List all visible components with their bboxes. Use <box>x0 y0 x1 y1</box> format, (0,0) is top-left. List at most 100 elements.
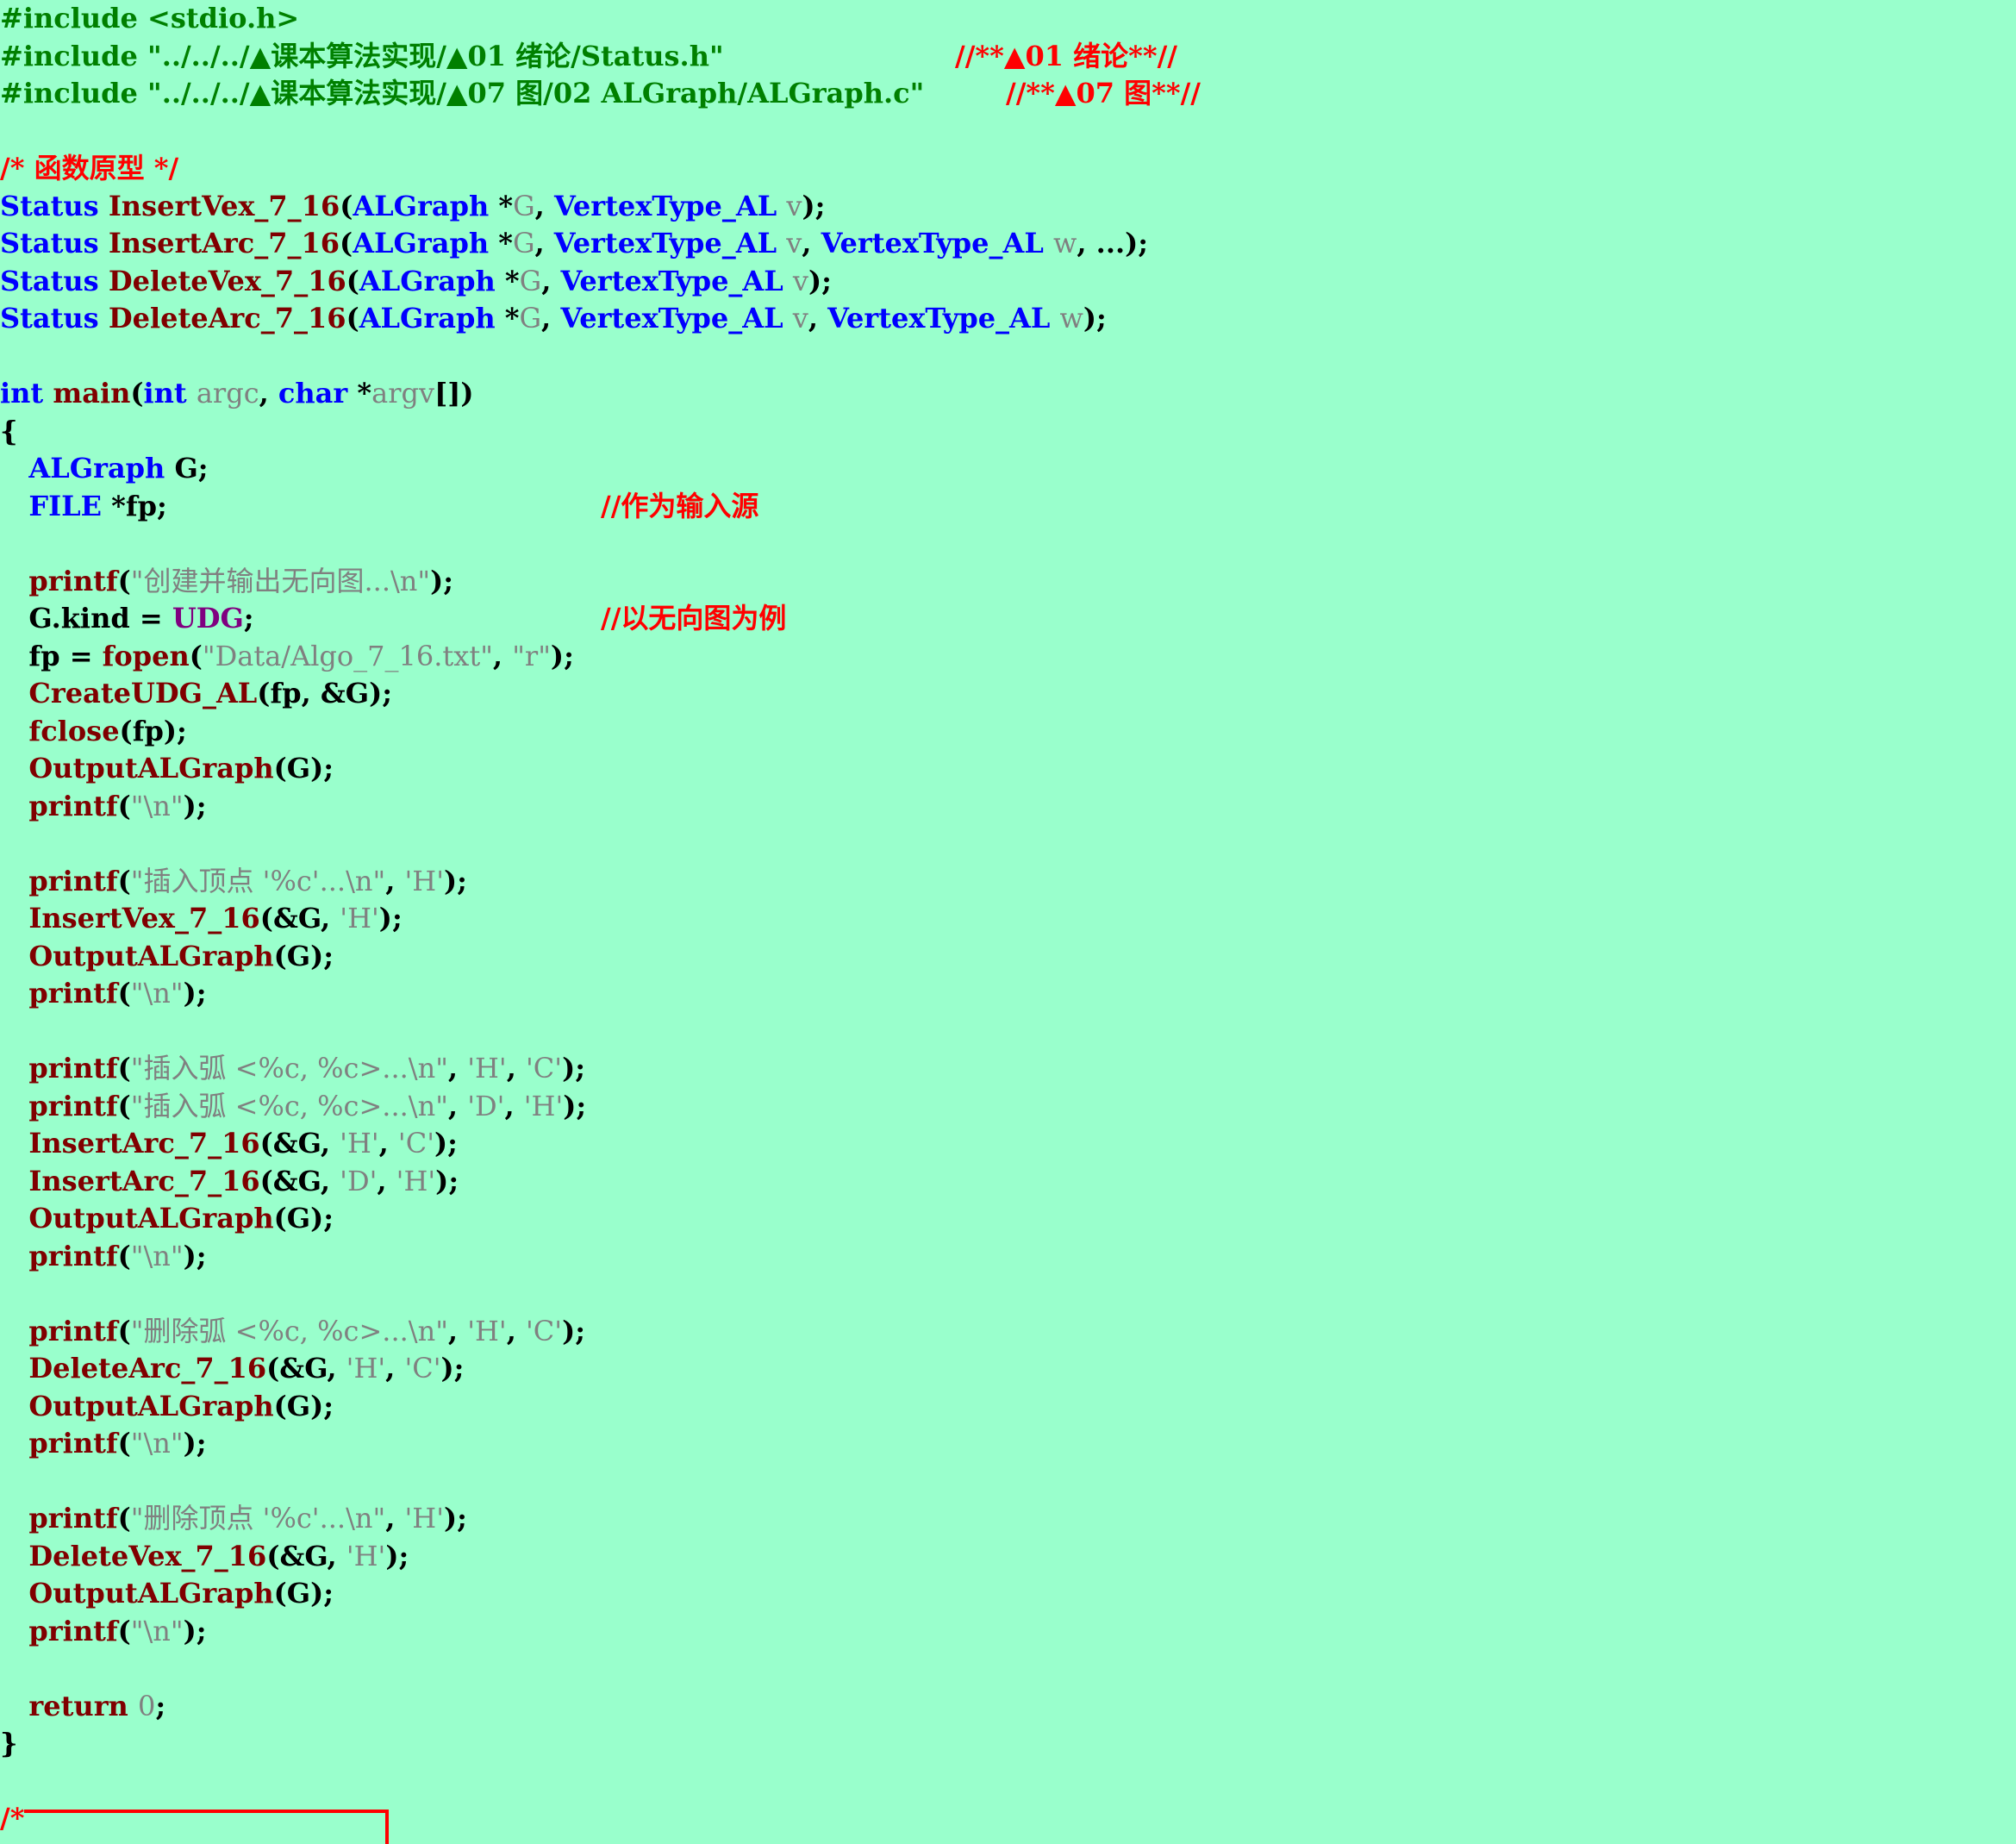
code-line: /* <box>0 1800 24 1838</box>
code-token: , <box>541 302 561 334</box>
code-token: } <box>0 1727 18 1760</box>
code-token: (&G, <box>266 1352 346 1385</box>
string-token: 'H' <box>467 1314 507 1347</box>
code-token: ( <box>117 1239 131 1272</box>
code-token: ); <box>430 564 454 597</box>
parameter-token: argc <box>196 377 259 409</box>
code-editor[interactable]: #include <stdio.h> #include "../../../▲课本… <box>0 0 2016 1835</box>
keyword-token: ALGraph <box>359 302 505 334</box>
function-token: printf <box>0 1314 118 1347</box>
string-token: "删除顶点 '%c'...\n" <box>130 1502 386 1535</box>
code-token: ); <box>562 1314 586 1347</box>
string-token: "删除弧 <%c, %c>...\n" <box>130 1314 448 1347</box>
parameter-token: w <box>1059 302 1083 334</box>
function-token: OutputALGraph <box>0 1389 274 1422</box>
function-token: DeleteArc_7_16 <box>108 302 346 334</box>
string-token: 'C' <box>404 1352 441 1385</box>
keyword-token: FILE <box>0 489 112 522</box>
code-token: , <box>447 1089 468 1122</box>
code-line: #include "../../../▲课本算法实现/▲07 图/02 ALGr… <box>0 75 924 113</box>
comment-token: /* 函数原型 */ <box>0 152 179 184</box>
string-token: 'H' <box>404 864 445 897</box>
function-token: CreateUDG_AL <box>0 677 258 709</box>
string-token: "r" <box>512 639 551 672</box>
code-token: ); <box>183 1614 207 1647</box>
code-token: , <box>506 1314 526 1347</box>
function-token: OutputALGraph <box>0 1577 274 1610</box>
keyword-token: Status <box>0 264 109 297</box>
keyword-token: Status <box>0 302 109 334</box>
code-token: []) <box>434 377 474 409</box>
code-line: fclose(fp); <box>0 713 186 751</box>
code-token: ); <box>435 1164 459 1197</box>
keyword-token: VertexType_AL <box>827 302 1060 334</box>
code-token: ( <box>346 264 359 297</box>
function-token: printf <box>0 1427 118 1460</box>
function-token: printf <box>0 864 118 897</box>
code-token: , <box>504 1089 524 1122</box>
code-line: OutputALGraph(G); <box>0 750 334 788</box>
parameter-token: G <box>519 302 542 334</box>
code-line: } <box>0 1725 18 1763</box>
code-line: DeleteVex_7_16(&G, 'H'); <box>0 1538 409 1576</box>
code-token: (&G, <box>266 1539 346 1572</box>
code-token: ( <box>117 977 131 1010</box>
code-line: InsertArc_7_16(&G, 'H', 'C'); <box>0 1125 458 1163</box>
code-token: (G); <box>273 1202 334 1235</box>
code-line: return 0; <box>0 1688 165 1726</box>
code-token: { <box>0 414 18 447</box>
trailing-comment: //作为输入源 <box>601 489 759 522</box>
string-token: "\n" <box>130 1427 184 1460</box>
parameter-token: v <box>786 227 802 259</box>
code-line: printf("插入弧 <%c, %c>...\n", 'H', 'C'); <box>0 1050 585 1088</box>
code-line: OutputALGraph(G); <box>0 1575 334 1613</box>
code-line: { <box>0 413 18 451</box>
code-token: ); <box>183 1427 207 1460</box>
string-token: 'H' <box>523 1089 564 1122</box>
code-line: ALGraph G; <box>0 450 208 488</box>
code-token: ( <box>340 189 353 222</box>
code-token: ( <box>130 377 144 409</box>
code-line: fp = fopen("Data/Algo_7_16.txt", "r"); <box>0 638 573 676</box>
code-line: Status DeleteArc_7_16(ALGraph *G, Vertex… <box>0 300 1107 338</box>
code-token: , <box>259 377 278 409</box>
string-token: 'D' <box>340 1164 378 1197</box>
code-token: * <box>357 377 372 409</box>
string-token: 'D' <box>467 1089 505 1122</box>
code-token: ); <box>440 1352 465 1385</box>
code-token: (&G, <box>259 902 340 935</box>
code-token: , <box>377 1164 396 1197</box>
code-token: ( <box>117 564 131 597</box>
code-line: printf("插入顶点 '%c'...\n", 'H'); <box>0 863 467 901</box>
code-line: DeleteArc_7_16(&G, 'H', 'C'); <box>0 1350 464 1388</box>
code-token: * <box>498 227 513 259</box>
code-token: ); <box>444 864 467 897</box>
code-line: printf("删除弧 <%c, %c>...\n", 'H', 'C'); <box>0 1313 585 1351</box>
keyword-token: ALGraph <box>353 227 499 259</box>
code-token: , <box>506 1052 526 1085</box>
code-line: InsertArc_7_16(&G, 'D', 'H'); <box>0 1163 459 1201</box>
code-token: , <box>385 1502 405 1535</box>
code-token: ); <box>183 977 207 1010</box>
function-token: OutputALGraph <box>0 939 274 972</box>
code-token: ( <box>117 1614 131 1647</box>
code-line: FILE *fp; <box>0 488 166 526</box>
string-token: "\n" <box>130 1239 184 1272</box>
string-token: "\n" <box>130 789 184 822</box>
preprocessor-token: #include "../../../▲课本算法实现/▲01 绪论/Status… <box>0 39 724 72</box>
code-token: (G); <box>273 939 334 972</box>
string-token: 'H' <box>396 1164 436 1197</box>
function-token: printf <box>0 1052 118 1085</box>
code-token: ( <box>189 639 203 672</box>
function-token: printf <box>0 564 118 597</box>
code-line: printf("\n"); <box>0 975 207 1013</box>
keyword-token: VertexType_AL <box>560 264 793 297</box>
code-token: , <box>385 864 405 897</box>
code-token: * <box>504 264 520 297</box>
string-token: "\n" <box>130 977 184 1010</box>
string-token: "插入弧 <%c, %c>...\n" <box>130 1052 448 1085</box>
code-line: OutputALGraph(G); <box>0 1388 334 1426</box>
code-line: Status DeleteVex_7_16(ALGraph *G, Vertex… <box>0 263 832 301</box>
code-line: printf("创建并输出无向图...\n"); <box>0 563 453 601</box>
code-token: ); <box>808 264 832 297</box>
